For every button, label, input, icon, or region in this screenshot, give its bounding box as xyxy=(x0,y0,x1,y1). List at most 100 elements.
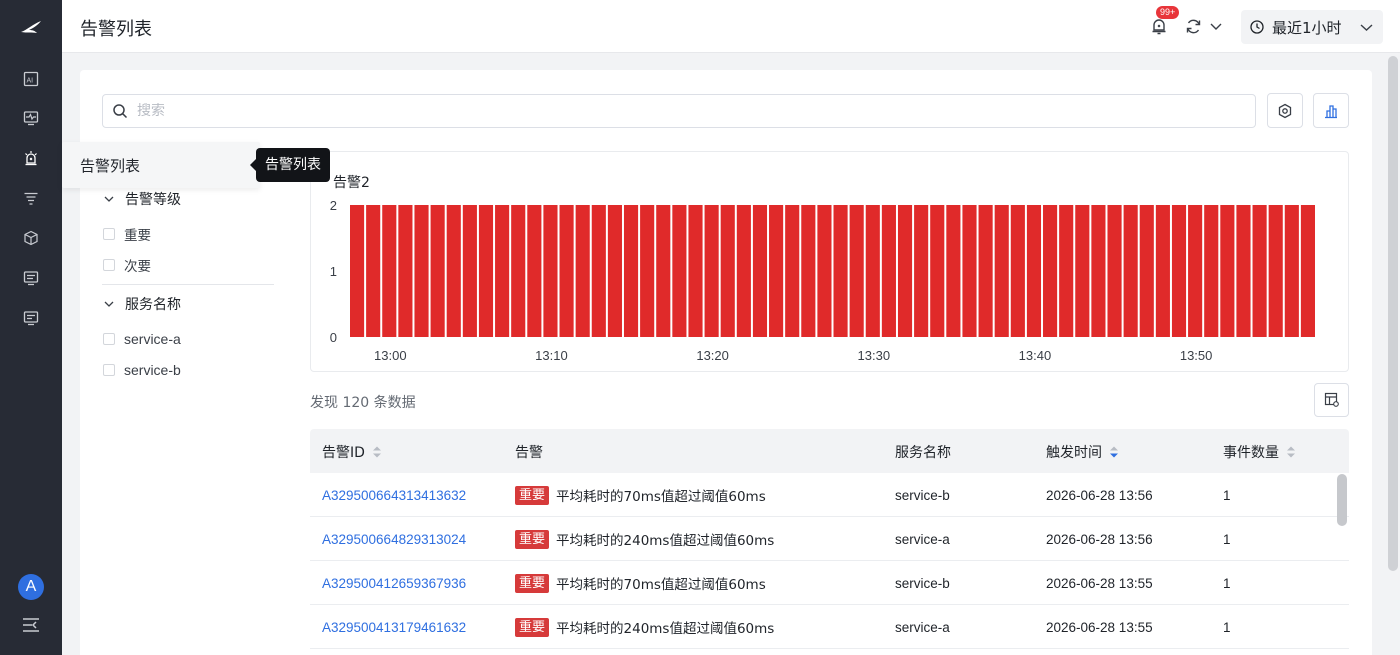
sort-icon[interactable] xyxy=(372,445,382,459)
nav-list-icon[interactable] xyxy=(19,186,43,210)
checkbox[interactable] xyxy=(103,332,115,345)
chart-bar[interactable] xyxy=(897,205,913,337)
chart-bar[interactable] xyxy=(1026,205,1042,337)
chart-bar[interactable] xyxy=(881,205,896,337)
chart-bar[interactable] xyxy=(704,205,719,337)
chart-bar[interactable] xyxy=(994,205,1009,337)
chart-toggle-button[interactable] xyxy=(1313,93,1349,128)
chart-bar[interactable] xyxy=(495,205,510,337)
chart-bar[interactable] xyxy=(769,205,784,337)
nav-flyout-alert-list[interactable]: 告警列表 xyxy=(62,142,260,188)
logo-icon[interactable] xyxy=(19,18,43,38)
chart-bar[interactable] xyxy=(543,205,558,337)
filter-option-minor[interactable]: 次要 xyxy=(102,249,274,280)
chart-bar[interactable] xyxy=(350,205,365,337)
chart-bar[interactable] xyxy=(1010,205,1025,337)
chart-bar[interactable] xyxy=(672,205,687,337)
chart-bar[interactable] xyxy=(527,205,542,337)
nav-ai-icon[interactable]: AI xyxy=(19,67,43,91)
column-settings-button[interactable] xyxy=(1314,383,1349,417)
table-row[interactable]: A329500664313413632 重要 平均耗时的70ms值超过阈值60ms… xyxy=(310,473,1349,517)
chart-bar[interactable] xyxy=(1188,205,1203,337)
nav-alert-icon[interactable] xyxy=(19,146,43,170)
column-header-time[interactable]: 触发时间 xyxy=(1046,442,1119,462)
search-input[interactable] xyxy=(137,103,1137,119)
chart-bar[interactable] xyxy=(1236,205,1251,337)
chart-bar[interactable] xyxy=(1139,205,1154,337)
chart-bar[interactable] xyxy=(946,205,961,337)
sort-desc-icon[interactable] xyxy=(1109,445,1119,459)
filter-group-service[interactable]: 服务名称 xyxy=(102,285,274,323)
user-avatar[interactable]: A xyxy=(18,574,44,600)
chart-bar[interactable] xyxy=(865,205,880,337)
chart-bar[interactable] xyxy=(1043,205,1058,337)
chart-bar[interactable] xyxy=(366,205,381,337)
refresh-interval-chevron-down-icon[interactable] xyxy=(1210,21,1222,31)
nav-log-icon[interactable] xyxy=(19,266,43,290)
chart-bar[interactable] xyxy=(1171,205,1187,337)
chart-bar[interactable] xyxy=(430,205,445,337)
nav-cube-icon[interactable] xyxy=(19,226,43,250)
table-scrollbar[interactable] xyxy=(1337,474,1347,526)
column-header-count[interactable]: 事件数量 xyxy=(1223,442,1296,462)
chart-bar[interactable] xyxy=(833,205,848,337)
chart-bar[interactable] xyxy=(511,205,526,337)
chart-bar[interactable] xyxy=(1204,205,1219,337)
chart-bar[interactable] xyxy=(1284,205,1299,337)
chart-bar[interactable] xyxy=(559,205,574,337)
chart-bar[interactable] xyxy=(1300,205,1315,337)
alert-id-link[interactable]: A329500664313413632 xyxy=(322,488,466,503)
chart-bar[interactable] xyxy=(591,205,606,337)
chart-bar[interactable] xyxy=(575,205,590,337)
notification-bell-icon[interactable] xyxy=(1150,17,1168,35)
filter-option-service-b[interactable]: service-b xyxy=(102,354,274,385)
chart-bar[interactable] xyxy=(1059,205,1074,337)
chart-bar[interactable] xyxy=(849,205,864,337)
table-row[interactable]: A329500412659367936 重要 平均耗时的70ms值超过阈值60ms… xyxy=(310,561,1349,605)
chart-bar[interactable] xyxy=(978,205,993,337)
nav-report-icon[interactable] xyxy=(19,306,43,330)
filter-option-important[interactable]: 重要 xyxy=(102,218,274,249)
chart-bar[interactable] xyxy=(801,205,816,337)
table-row[interactable]: A329500664829313024 重要 平均耗时的240ms值超过阈值60m… xyxy=(310,517,1349,561)
chart-bar[interactable] xyxy=(623,205,639,337)
alert-id-link[interactable]: A329500413179461632 xyxy=(322,620,466,635)
chart-bar[interactable] xyxy=(478,205,494,337)
chart-bar[interactable] xyxy=(414,205,429,337)
chart-bar[interactable] xyxy=(1268,205,1283,337)
refresh-icon[interactable] xyxy=(1185,18,1202,35)
chart-bar[interactable] xyxy=(688,205,703,337)
column-header-id[interactable]: 告警ID xyxy=(322,442,382,462)
chart-bar[interactable] xyxy=(1155,205,1170,337)
chart-bar[interactable] xyxy=(720,205,735,337)
chart-bar[interactable] xyxy=(1220,205,1235,337)
checkbox[interactable] xyxy=(103,363,115,376)
filter-option-service-a[interactable]: service-a xyxy=(102,323,274,354)
chart-bar[interactable] xyxy=(462,205,477,337)
chart-bar[interactable] xyxy=(785,205,800,337)
page-scrollbar[interactable] xyxy=(1388,56,1398,571)
chart-bar[interactable] xyxy=(752,205,768,337)
table-row[interactable]: A329500413179461632 重要 平均耗时的240ms值超过阈值60m… xyxy=(310,605,1349,649)
chart-bar[interactable] xyxy=(607,205,622,337)
chart-bar[interactable] xyxy=(1091,205,1106,337)
chart-bar[interactable] xyxy=(640,205,655,337)
chart-bar[interactable] xyxy=(382,205,397,337)
chart-bar[interactable] xyxy=(914,205,929,337)
collapse-sidebar-icon[interactable] xyxy=(21,616,41,634)
chart-bar[interactable] xyxy=(1252,205,1267,337)
checkbox[interactable] xyxy=(103,258,115,271)
chart-bar[interactable] xyxy=(1075,205,1090,337)
chart-bar[interactable] xyxy=(817,205,832,337)
chart-bar[interactable] xyxy=(446,205,461,337)
checkbox[interactable] xyxy=(103,227,115,240)
nav-monitor-icon[interactable] xyxy=(19,106,43,130)
chart-bar[interactable] xyxy=(736,205,751,337)
sort-icon[interactable] xyxy=(1286,445,1296,459)
chart-bar[interactable] xyxy=(930,205,945,337)
alert-id-link[interactable]: A329500412659367936 xyxy=(322,576,466,591)
chart-bar[interactable] xyxy=(656,205,671,337)
chart-bar[interactable] xyxy=(1107,205,1122,337)
chart-bar[interactable] xyxy=(1123,205,1138,337)
chart-bar[interactable] xyxy=(962,205,977,337)
